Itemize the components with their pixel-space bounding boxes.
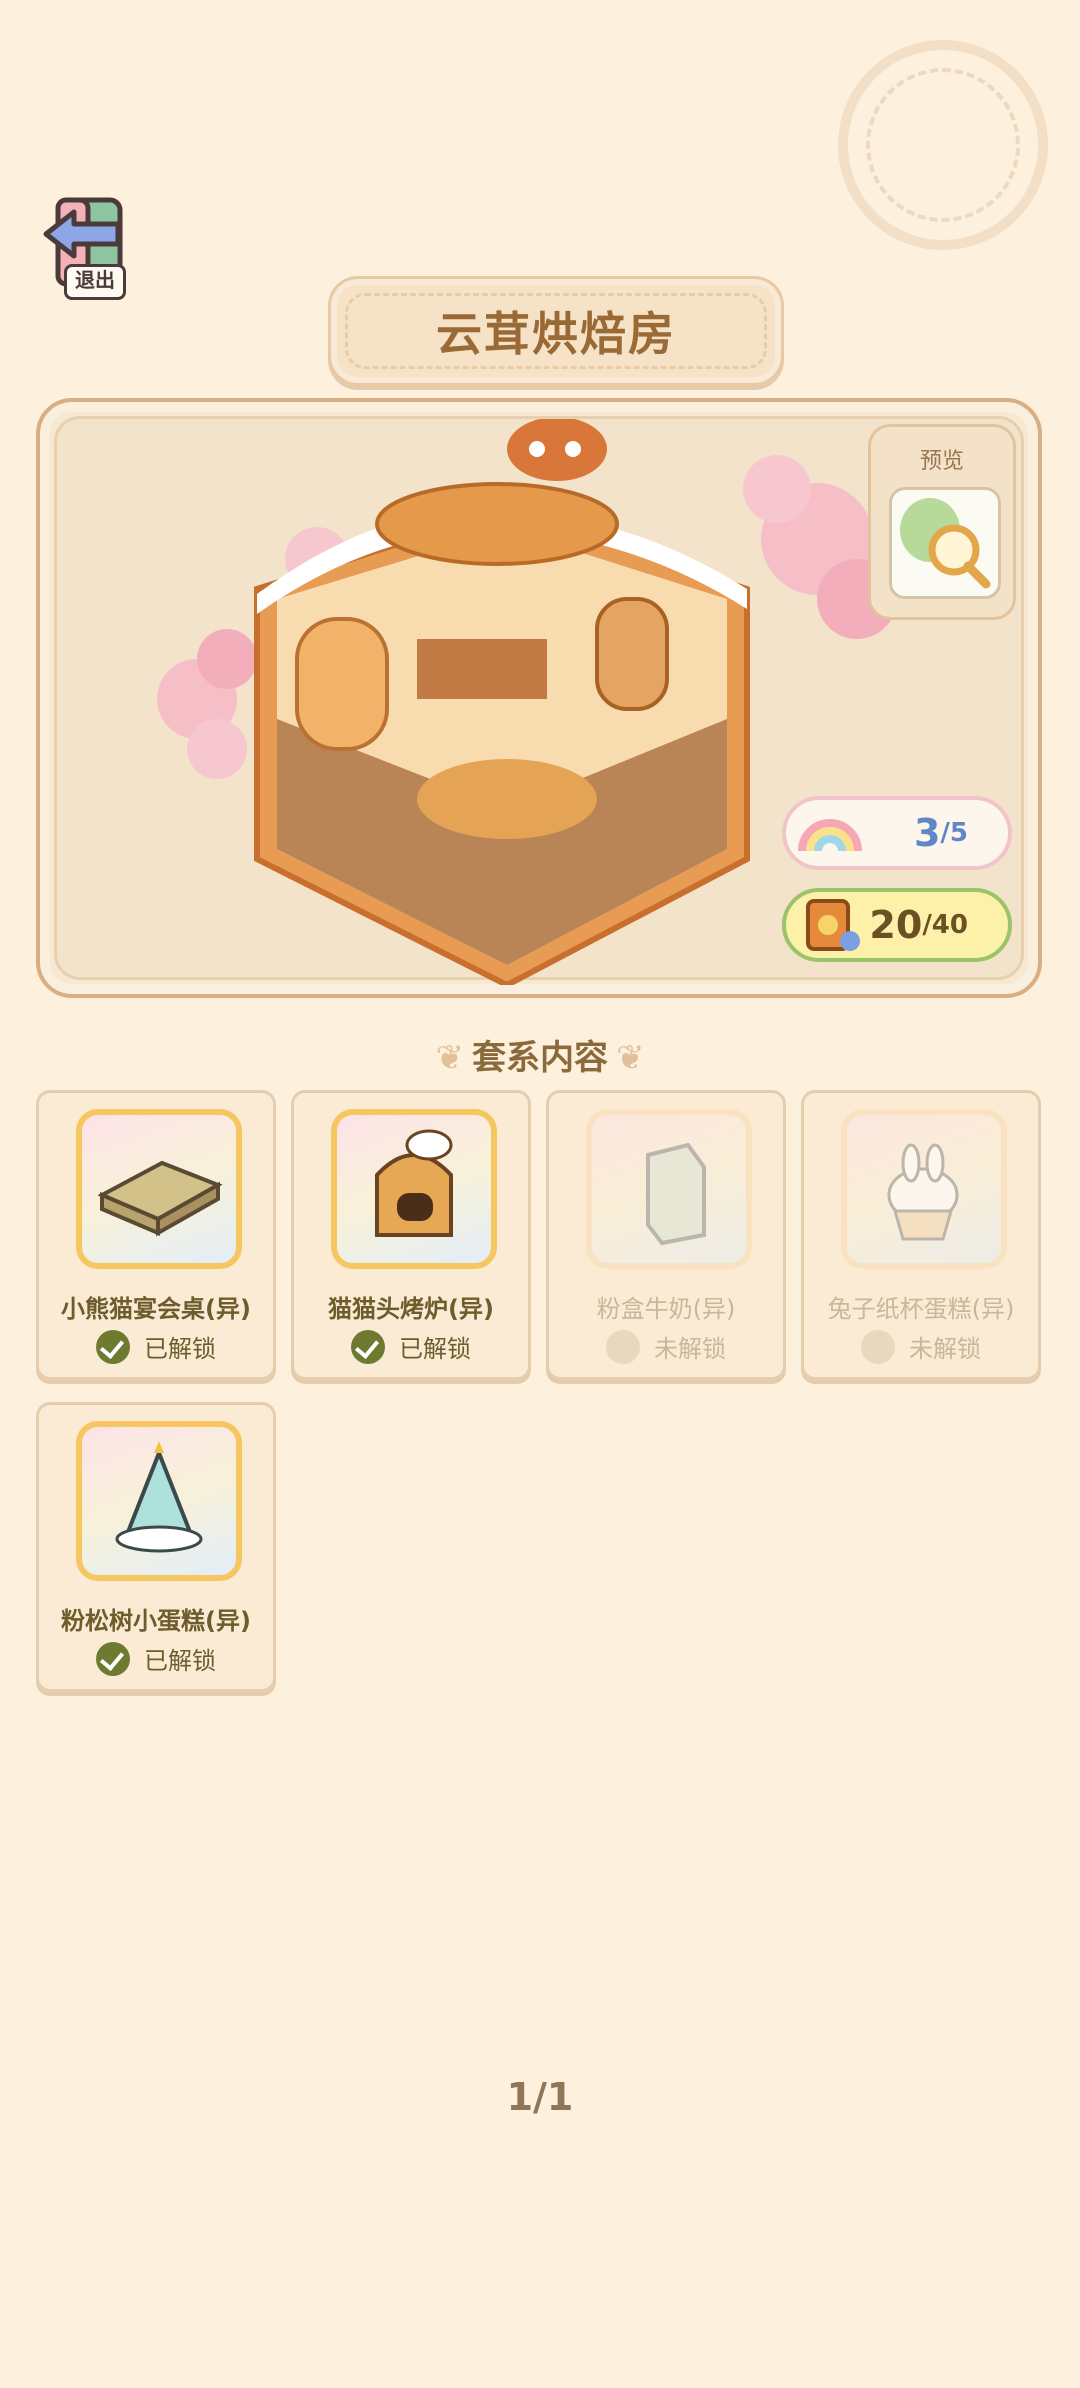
item-status-label: 未解锁 [654, 1335, 726, 1363]
item-name: 兔子纸杯蛋糕(异) [827, 1295, 1015, 1323]
exit-label: 退出 [64, 264, 126, 300]
item-thumbnail [586, 1109, 752, 1269]
item-card-1[interactable]: 猫猫头烤炉(异) 已解锁 [291, 1090, 531, 1380]
lock-dot-icon [861, 1329, 895, 1364]
bunny-cupcake-icon [887, 1143, 959, 1241]
book-total: /40 [922, 910, 968, 940]
page-title: 云茸烘焙房 [436, 307, 676, 361]
item-card-3[interactable]: 兔子纸杯蛋糕(异) 未解锁 [801, 1090, 1041, 1380]
item-status-label: 已解锁 [144, 1647, 216, 1675]
cat-oven-icon [375, 1129, 453, 1237]
item-card-0[interactable]: 小熊猫宴会桌(异) 已解锁 [36, 1090, 276, 1380]
check-icon [96, 1641, 130, 1676]
item-thumbnail [76, 1109, 242, 1269]
item-status: 未解锁 [549, 1329, 783, 1364]
title-plaque: 云茸烘焙房 [328, 276, 784, 386]
exit-button[interactable]: 退出 [40, 192, 140, 304]
section-title: 套系内容 [472, 1038, 608, 1078]
item-card-2[interactable]: 粉盒牛奶(异) 未解锁 [546, 1090, 786, 1380]
item-name: 粉盒牛奶(异) [596, 1295, 736, 1323]
milk-carton-icon [646, 1142, 706, 1246]
rainbow-current: 3 [913, 811, 941, 855]
item-status: 未解锁 [804, 1329, 1038, 1364]
book-progress-pill: 20 /40 [782, 888, 1012, 962]
flourish-left-icon: ❦ [435, 1038, 465, 1078]
item-thumbnail [841, 1109, 1007, 1269]
item-status-label: 已解锁 [144, 1335, 216, 1363]
item-thumbnail [76, 1421, 242, 1581]
section-header: ❦ 套系内容 ❦ [0, 1030, 1080, 1079]
item-name: 粉松树小蛋糕(异) [61, 1607, 251, 1635]
item-status: 已解锁 [294, 1329, 528, 1364]
rainbow-total: /5 [940, 818, 968, 848]
preview-thumbnail [889, 487, 1001, 599]
page-indicator: 1/1 [506, 2075, 574, 2119]
pine-cake-icon [115, 1441, 203, 1553]
item-thumbnail [331, 1109, 497, 1269]
rainbow-icon [798, 819, 862, 852]
book-icon [806, 899, 860, 951]
item-status-label: 未解锁 [909, 1335, 981, 1363]
item-name: 小熊猫宴会桌(异) [61, 1295, 251, 1323]
rainbow-progress-pill: 3 /5 [782, 796, 1012, 870]
check-icon [96, 1329, 130, 1364]
item-status: 已解锁 [39, 1641, 273, 1676]
preview-button[interactable]: 预览 [868, 424, 1016, 620]
item-status: 已解锁 [39, 1329, 273, 1364]
banquet-table-icon [97, 1160, 223, 1237]
flourish-right-icon: ❦ [616, 1038, 645, 1078]
preview-label: 预览 [919, 449, 964, 474]
item-status-label: 已解锁 [399, 1335, 471, 1363]
item-card-4[interactable]: 粉松树小蛋糕(异) 已解锁 [36, 1402, 276, 1692]
item-name: 猫猫头烤炉(异) [328, 1295, 494, 1323]
magnifier-icon [900, 498, 991, 589]
house-stamp-icon [838, 40, 1048, 250]
lock-dot-icon [606, 1329, 640, 1364]
book-current: 20 [869, 903, 923, 947]
check-icon [351, 1329, 385, 1364]
